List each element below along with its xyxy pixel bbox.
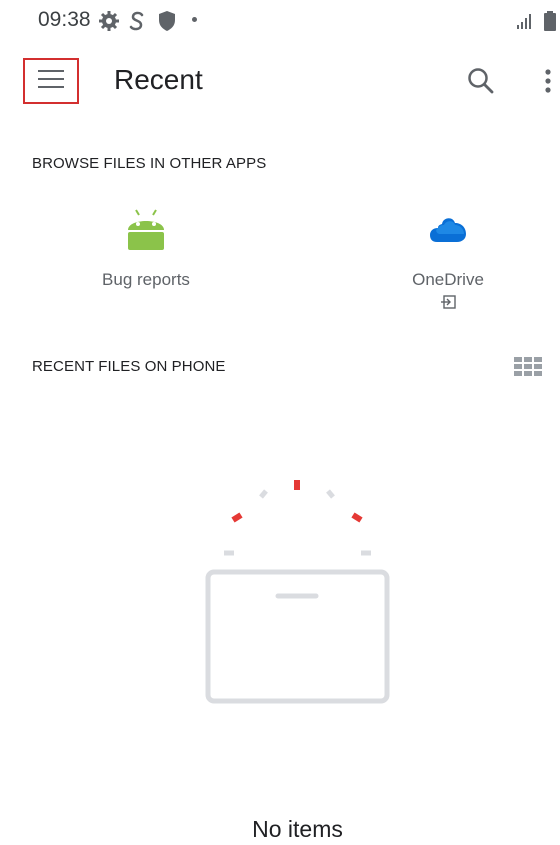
shield-icon bbox=[158, 10, 176, 37]
status-bar: 09:38 bbox=[0, 0, 560, 40]
app-label: Bug reports bbox=[102, 270, 190, 289]
onedrive-cloud-icon bbox=[388, 208, 508, 252]
notification-dot bbox=[192, 17, 197, 22]
status-time: 09:38 bbox=[38, 8, 91, 31]
page-title: Recent bbox=[114, 64, 203, 95]
navigation-drawer-button[interactable] bbox=[23, 58, 79, 104]
s-sync-icon bbox=[128, 10, 146, 37]
open-external-icon bbox=[388, 294, 508, 310]
recent-section-heading: RECENT FILES ON PHONE bbox=[32, 358, 226, 375]
screen: 09:38 Recent BROWSE FILES IN OTHER APPS … bbox=[0, 0, 560, 845]
search-button[interactable] bbox=[466, 66, 496, 96]
app-label: OneDrive bbox=[412, 270, 484, 289]
signal-icon bbox=[516, 12, 534, 35]
app-bug-reports[interactable]: Bug reports bbox=[86, 208, 206, 290]
view-toggle-button[interactable] bbox=[514, 357, 542, 377]
gear-icon bbox=[98, 10, 120, 37]
search-icon bbox=[466, 68, 496, 100]
app-onedrive[interactable]: OneDrive bbox=[388, 208, 508, 310]
hamburger-menu-icon bbox=[38, 69, 64, 93]
more-options-button[interactable] bbox=[538, 66, 558, 96]
browse-section-heading: BROWSE FILES IN OTHER APPS bbox=[32, 155, 267, 172]
android-icon bbox=[86, 208, 206, 252]
empty-state-text: No items bbox=[252, 816, 343, 842]
empty-folder-illustration bbox=[200, 474, 395, 709]
more-vert-icon bbox=[538, 69, 558, 100]
battery-icon bbox=[544, 11, 556, 36]
grid-view-icon bbox=[514, 357, 542, 381]
